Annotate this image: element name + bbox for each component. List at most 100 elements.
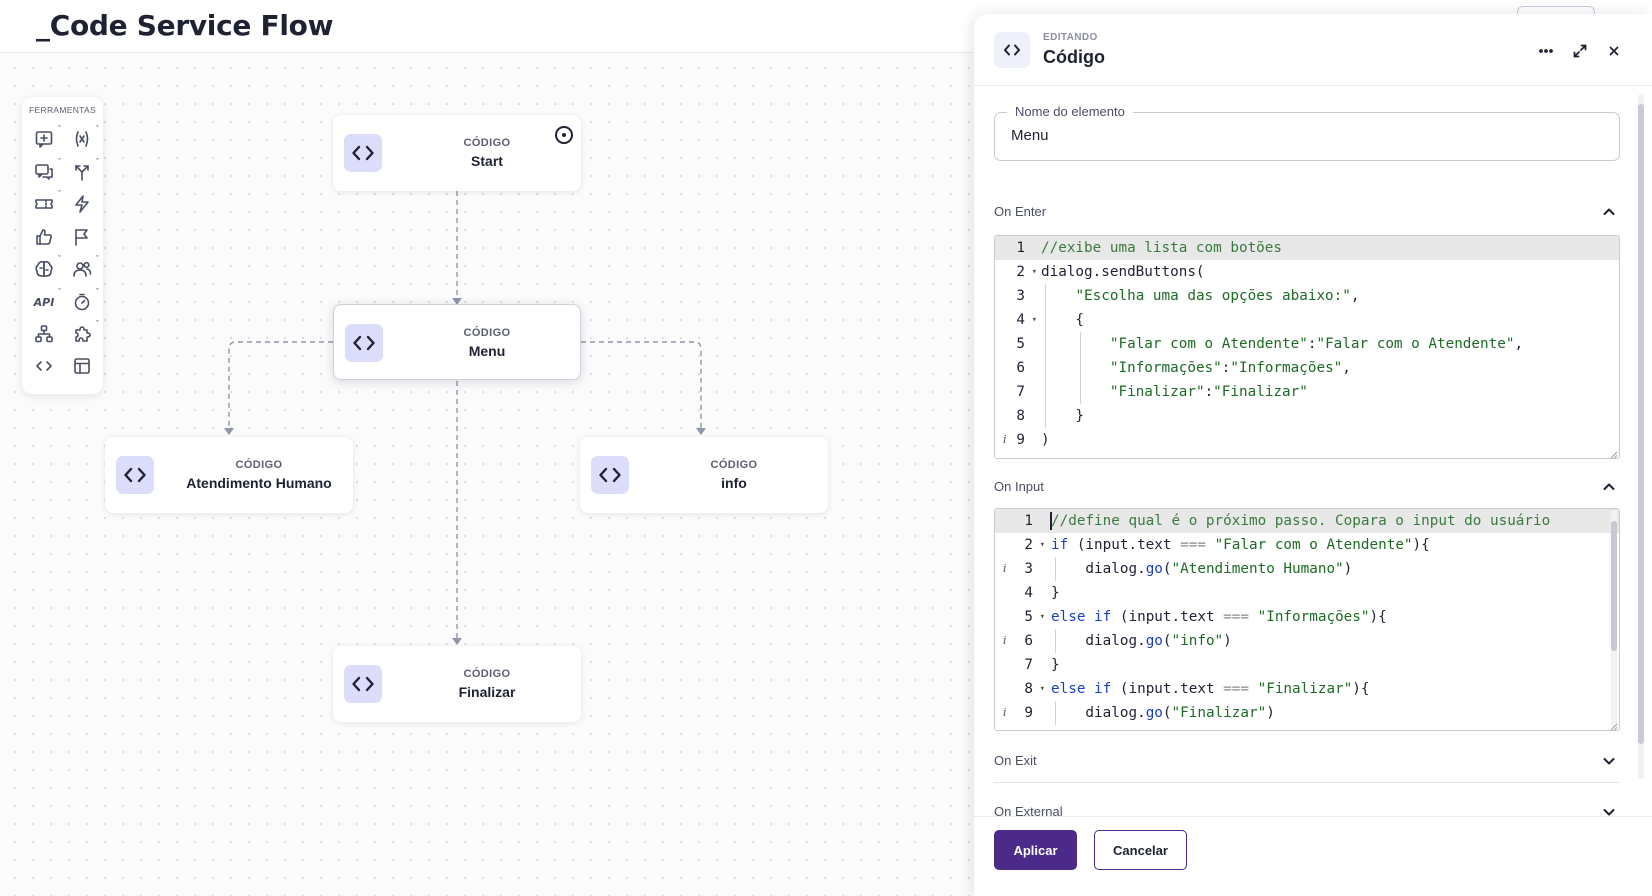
expand-button[interactable]	[1569, 40, 1591, 62]
node-type: CÓDIGO	[235, 459, 283, 471]
line-number: 1	[1024, 513, 1033, 529]
flow-node-start[interactable]: CÓDIGO Start	[333, 115, 581, 191]
section-on-exit-label: On Exit	[994, 753, 1037, 768]
code-tool[interactable]	[31, 354, 57, 378]
code-line[interactable]: "Finalizar":"Finalizar"	[1041, 380, 1308, 404]
lightning-tool[interactable]	[69, 192, 95, 216]
variable-icon	[75, 131, 89, 147]
chat-tool[interactable]: ˇ	[31, 158, 61, 184]
node-label: Atendimento Humano	[186, 475, 332, 491]
like-tool[interactable]	[31, 225, 57, 249]
code-line[interactable]: else if (input.text === "Finalizar"){	[1051, 677, 1370, 701]
close-button[interactable]	[1603, 40, 1625, 62]
line-number: 4 ▾	[995, 308, 1039, 332]
code-line[interactable]: "Escolha uma das opções abaixo:",	[1041, 284, 1359, 308]
node-code-icon-bg	[116, 456, 154, 494]
info-icon: i	[1003, 634, 1007, 647]
flow-node-info[interactable]: CÓDIGO info	[580, 437, 828, 513]
code-icon	[352, 676, 374, 692]
api-icon: API	[33, 295, 55, 309]
panel-header: EDITANDO Código	[974, 14, 1652, 86]
code-line[interactable]: dialog.go("Finalizar")	[1051, 701, 1274, 725]
line-number: 8	[1016, 408, 1025, 424]
thumbs-up-icon	[36, 229, 52, 245]
line-number: 3	[1016, 288, 1025, 304]
lightning-icon	[75, 195, 89, 213]
collapse-on-enter-button[interactable]	[1601, 204, 1617, 220]
add-message-icon	[35, 131, 53, 148]
variable-tool[interactable]: ˇ	[69, 125, 99, 151]
ai-tool[interactable]: ˇ	[31, 255, 61, 281]
element-name-input[interactable]	[1011, 127, 1601, 144]
text-cursor	[1050, 512, 1052, 530]
flow-node-finalizar[interactable]: CÓDIGO Finalizar	[333, 646, 581, 722]
element-name-label: Nome do elemento	[1007, 104, 1133, 119]
fold-arrow-icon[interactable]: ▾	[1040, 677, 1045, 701]
toolbox-title: FERRAMENTAS	[29, 105, 96, 115]
line-number: 6	[1016, 360, 1025, 376]
code-line[interactable]: else if (input.text === "Informações"){	[1051, 605, 1387, 629]
editor-scrollbar-thumb[interactable]	[1611, 521, 1617, 651]
line-number: 4	[1024, 585, 1033, 601]
node-type: CÓDIGO	[463, 327, 511, 339]
ticket-tool[interactable]: ˇ	[31, 190, 61, 216]
collapse-on-input-button[interactable]	[1601, 479, 1617, 495]
timer-icon	[74, 293, 90, 311]
fold-arrow-icon[interactable]: ▾	[1032, 260, 1037, 284]
flow-node-menu[interactable]: CÓDIGO Menu	[333, 304, 581, 380]
node-code-icon-bg	[344, 665, 382, 703]
fold-arrow-icon[interactable]: ▾	[1032, 308, 1037, 332]
table-icon	[74, 358, 90, 374]
node-type: CÓDIGO	[463, 668, 511, 680]
flow-node-atendimento-humano[interactable]: CÓDIGO Atendimento Humano	[105, 437, 353, 513]
code-line[interactable]: dialog.go("Atendimento Humano")	[1051, 557, 1352, 581]
users-tool[interactable]: ˇ	[69, 255, 99, 281]
api-tool[interactable]: API ˇ	[31, 288, 61, 314]
code-line[interactable]: if (input.text === "Falar com o Atendent…	[1051, 533, 1430, 557]
code-line[interactable]: {	[1041, 308, 1084, 332]
panel-scrollbar[interactable]	[1638, 94, 1644, 779]
branch-tool[interactable]: ˇ	[69, 158, 99, 184]
panel-title: Código	[1043, 47, 1105, 67]
hierarchy-tool[interactable]	[31, 322, 57, 346]
on-input-code-editor[interactable]: 1 //define qual é o próximo passo. Copara…	[994, 508, 1620, 731]
add-message-tool[interactable]: ˇ	[31, 125, 61, 151]
toolbox: FERRAMENTAS ˇ ˇ ˇ ˇ ˇ ˇ ˇ API ˇ ˇ ˇ	[22, 97, 103, 394]
node-label: Start	[471, 153, 503, 169]
code-line[interactable]: "Informações":"Informações",	[1041, 356, 1351, 380]
resize-handle-icon[interactable]	[1609, 448, 1618, 458]
line-number: 2 ▾	[995, 533, 1047, 557]
panel-footer: Aplicar Cancelar	[974, 816, 1652, 896]
line-number: 7	[1016, 384, 1025, 400]
code-line[interactable]: dialog.go("info")	[1051, 629, 1231, 653]
code-line[interactable]: dialog.sendButtons(	[1041, 260, 1205, 284]
fold-arrow-icon[interactable]: ▾	[1040, 605, 1045, 629]
plugin-tool[interactable]: ˇ	[69, 320, 99, 346]
line-number: 8 ▾	[995, 677, 1047, 701]
chevron-down-icon	[1603, 758, 1615, 765]
start-marker-icon	[555, 126, 573, 144]
table-tool[interactable]	[69, 354, 95, 378]
apply-button[interactable]: Aplicar	[994, 830, 1077, 870]
on-enter-code-editor[interactable]: 1 //exibe uma lista com botões 2 ▾ dialog.se…	[994, 235, 1620, 459]
panel-scrollbar-thumb[interactable]	[1638, 104, 1644, 744]
flag-tool[interactable]	[69, 225, 95, 249]
expand-on-exit-button[interactable]	[1601, 753, 1617, 769]
info-icon: i	[1003, 562, 1007, 575]
code-line[interactable]: }	[1041, 404, 1084, 428]
code-line[interactable]: "Falar com o Atendente":"Falar com o Ate…	[1041, 332, 1523, 356]
code-line[interactable]: )	[1041, 428, 1050, 452]
code-line[interactable]: //define qual é o próximo passo. Copara …	[1051, 509, 1550, 533]
fold-arrow-icon[interactable]: ▾	[1040, 533, 1045, 557]
code-line[interactable]: }	[1051, 653, 1060, 677]
more-options-button[interactable]	[1535, 40, 1557, 62]
node-code-icon-bg	[345, 324, 383, 362]
code-line[interactable]: //exibe uma lista com botões	[1041, 236, 1282, 260]
cancel-button[interactable]: Cancelar	[1094, 830, 1187, 870]
element-name-field: Nome do elemento	[994, 104, 1620, 161]
node-label: Menu	[468, 343, 506, 359]
ticket-icon	[35, 199, 53, 209]
timer-tool[interactable]: ˇ	[69, 288, 99, 314]
resize-handle-icon[interactable]	[1609, 720, 1618, 730]
code-line[interactable]: }	[1051, 581, 1060, 605]
